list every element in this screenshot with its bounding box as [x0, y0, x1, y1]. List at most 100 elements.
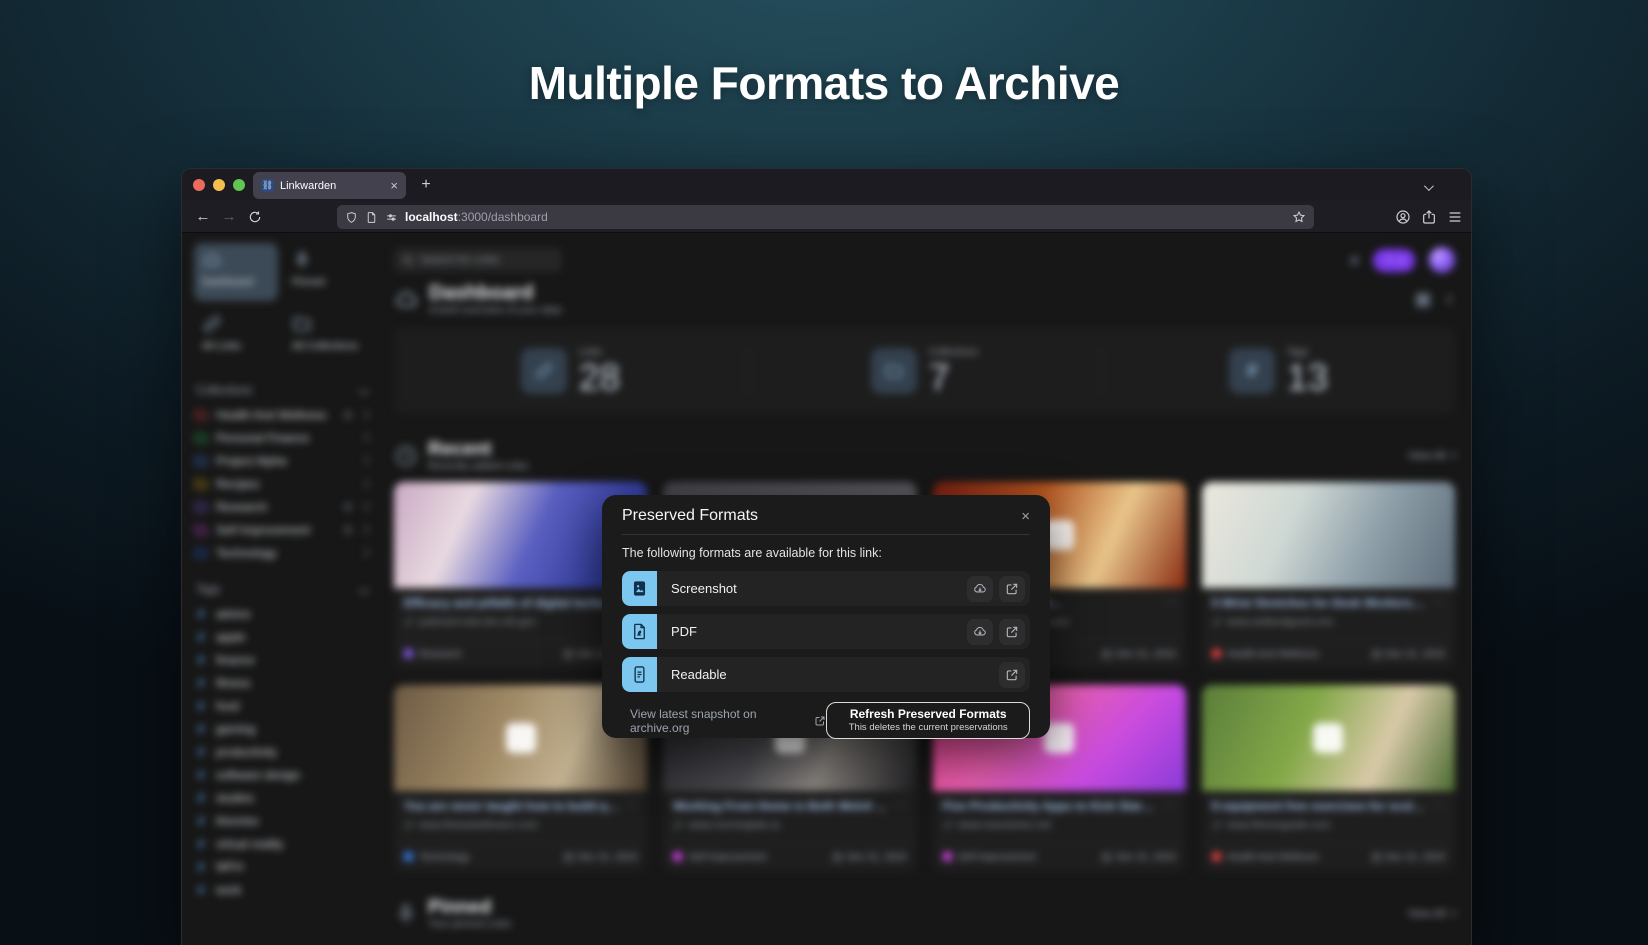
account-icon[interactable]: [1395, 209, 1411, 225]
forward-button[interactable]: →: [216, 208, 242, 225]
close-window-button[interactable]: [193, 179, 205, 191]
tab-list-chevron-icon[interactable]: [1424, 178, 1431, 196]
minimize-window-button[interactable]: [213, 179, 225, 191]
avatar[interactable]: [1429, 247, 1455, 273]
link-card[interactable]: 5 Wrist Stretches for Desk Workers to Do…: [1202, 482, 1455, 669]
sidebar-tile-all-collections[interactable]: All Collections: [284, 307, 368, 365]
image-file-icon: [622, 571, 657, 606]
sidebar-tag-item[interactable]: # studies: [194, 786, 368, 809]
layout-grid-icon[interactable]: [1414, 291, 1432, 309]
kebab-menu-icon[interactable]: ⋯: [625, 799, 637, 811]
address-bar[interactable]: localhost:3000/dashboard: [337, 205, 1314, 229]
kebab-menu-icon[interactable]: ⋯: [1164, 596, 1176, 608]
collapse-chevron-icon[interactable]: [1447, 295, 1457, 305]
tab-title: Linkwarden: [280, 180, 384, 192]
sidebar-tag-item[interactable]: # theories: [194, 809, 368, 832]
bookmark-star-icon[interactable]: [1292, 210, 1306, 224]
sidebar-tag-item[interactable]: # productivity: [194, 740, 368, 763]
browser-tab[interactable]: ⛓ Linkwarden ×: [253, 172, 406, 199]
collections-header[interactable]: Collections: [196, 385, 366, 397]
sidebar-collection-item[interactable]: Project Alpha: [194, 449, 368, 472]
sidebar-tag-item[interactable]: # finance: [194, 648, 368, 671]
sidebar-tag-item[interactable]: # gaming: [194, 717, 368, 740]
page-info-icon[interactable]: [365, 211, 378, 224]
link-title[interactable]: Five Productivity Apps to Kick Start the…: [943, 799, 1158, 813]
search-input[interactable]: [420, 254, 540, 266]
new-link-button[interactable]: +: [1373, 249, 1415, 272]
page-title: Multiple Formats to Archive: [0, 56, 1648, 110]
link-icon: [404, 820, 414, 830]
download-pdf-button[interactable]: [967, 619, 993, 645]
sidebar-tag-item[interactable]: # WFH: [194, 855, 368, 878]
reload-button[interactable]: [242, 208, 268, 225]
search-bar[interactable]: [394, 248, 562, 272]
calendar-icon: [832, 852, 843, 863]
close-icon[interactable]: ×: [1021, 509, 1030, 524]
collection-tag[interactable]: Health And Wellness: [1212, 852, 1319, 863]
kebab-menu-icon[interactable]: ⋯: [1433, 596, 1445, 608]
tags-header[interactable]: Tags: [196, 584, 366, 596]
url-path: :3000/dashboard: [458, 210, 548, 224]
sidebar-collection-item[interactable]: Recipes: [194, 472, 368, 495]
link-title[interactable]: 8 equipment free exercises for sculpting…: [1212, 799, 1427, 813]
link-title[interactable]: Working From Home is Both Weird and La..…: [673, 799, 888, 813]
pinned-view-all-link[interactable]: View All: [1408, 908, 1455, 920]
cloud-icon: [202, 250, 222, 270]
tag-name: virtual reality: [216, 837, 368, 851]
tab-close-icon[interactable]: ×: [390, 179, 398, 192]
sidebar-tag-item[interactable]: # apple: [194, 625, 368, 648]
collections-list: Health And Wellness Personal Finance: [194, 403, 368, 564]
sidebar-collection-item[interactable]: Technology: [194, 541, 368, 564]
sidebar-tag-item[interactable]: # fitness: [194, 671, 368, 694]
collection-tag[interactable]: Health And Wellness: [1212, 649, 1319, 660]
kebab-menu-icon[interactable]: ⋯: [1433, 799, 1445, 811]
tracking-protection-shield-icon[interactable]: [345, 211, 358, 224]
recent-view-all-link[interactable]: View All: [1408, 450, 1455, 462]
sidebar-collection-item[interactable]: Health And Wellness: [194, 403, 368, 426]
sidebar-tag-item[interactable]: # advice: [194, 602, 368, 625]
pinned-header: Pinned Your pinned Links View All: [394, 898, 1455, 930]
sidebar-tag-item[interactable]: # work: [194, 878, 368, 901]
hash-icon: #: [1229, 348, 1275, 394]
sidebar-tag-item[interactable]: # food: [194, 694, 368, 717]
maximize-window-button[interactable]: [233, 179, 245, 191]
tag-name: apple: [216, 630, 368, 644]
sidebar-tile-all-links[interactable]: All Links: [194, 307, 278, 365]
sidebar-tile-pinned[interactable]: Pinned: [284, 243, 368, 301]
open-pdf-button[interactable]: [999, 619, 1025, 645]
sidebar-collection-item[interactable]: Self Improvement: [194, 518, 368, 541]
back-button[interactable]: ←: [190, 208, 216, 225]
window-controls: [193, 179, 245, 191]
collection-tag[interactable]: Technology: [404, 852, 470, 863]
refresh-preserved-formats-button[interactable]: Refresh Preserved Formats This deletes t…: [826, 702, 1030, 739]
collection-tag[interactable]: Self Improvement: [673, 852, 766, 863]
link-title[interactable]: Efficacy and pitfalls of digital technol…: [404, 596, 619, 610]
sidebar-tile-dashboard[interactable]: Dashboard: [194, 243, 278, 301]
collection-tag[interactable]: Research: [404, 649, 462, 660]
dashboard-title: Dashboard: [429, 283, 562, 304]
open-screenshot-button[interactable]: [999, 576, 1025, 602]
download-screenshot-button[interactable]: [967, 576, 993, 602]
share-icon[interactable]: [1421, 209, 1437, 225]
pin-icon: [292, 250, 312, 270]
sidebar-collection-item[interactable]: Research: [194, 495, 368, 518]
collection-tag[interactable]: Self Improvement: [943, 852, 1036, 863]
new-tab-button[interactable]: +: [416, 176, 436, 194]
link-url: www.macstories.net: [943, 819, 1176, 831]
link-title[interactable]: 5 Wrist Stretches for Desk Workers to Do…: [1212, 596, 1427, 610]
kebab-menu-icon[interactable]: ⋯: [1164, 799, 1176, 811]
collection-name: Project Alpha: [216, 454, 353, 468]
kebab-menu-icon[interactable]: ⋯: [895, 799, 907, 811]
sidebar-collection-item[interactable]: Personal Finance: [194, 426, 368, 449]
link-card[interactable]: 8 equipment free exercises for sculpting…: [1202, 685, 1455, 872]
sidebar-tag-item[interactable]: # virtual reality: [194, 832, 368, 855]
collection-color-dot: [404, 852, 413, 861]
open-readable-button[interactable]: [999, 662, 1025, 688]
permissions-icon[interactable]: [385, 211, 398, 224]
menu-hamburger-icon[interactable]: [1447, 209, 1463, 225]
theme-toggle-icon[interactable]: [1350, 256, 1359, 265]
sidebar-tag-item[interactable]: # software design: [194, 763, 368, 786]
archive-org-link[interactable]: View latest snapshot on archive.org: [630, 707, 826, 735]
link-title[interactable]: You are never taught how to build qualit…: [404, 799, 619, 813]
hash-icon: #: [194, 791, 208, 805]
